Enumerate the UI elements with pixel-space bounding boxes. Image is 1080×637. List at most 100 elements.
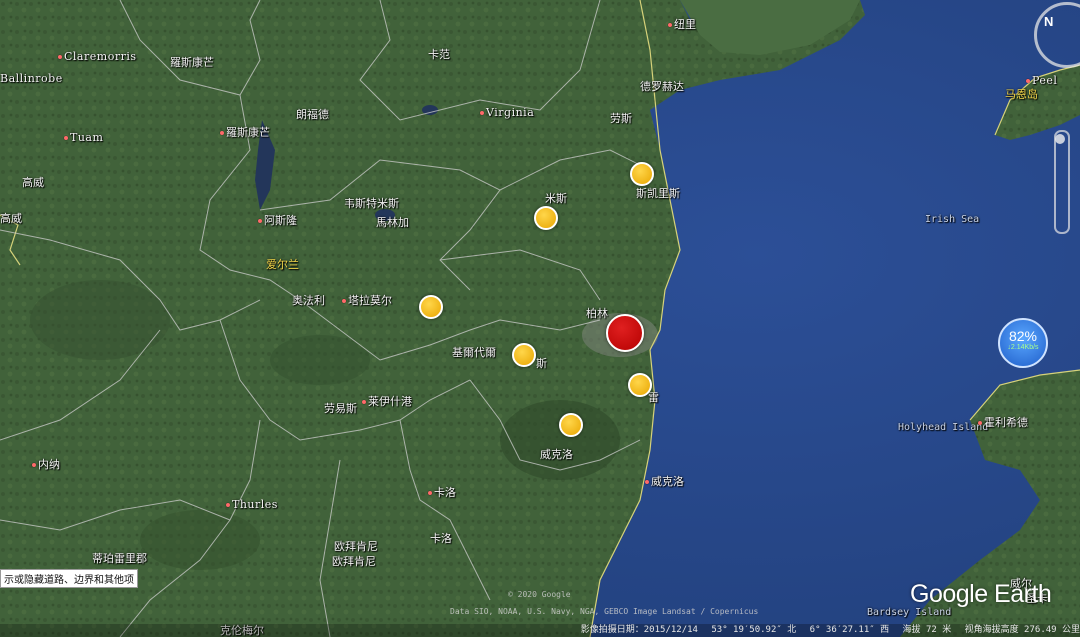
google-earth-logo: Google Earth — [910, 580, 1052, 608]
map-terrain — [0, 0, 1080, 637]
status-elevation: 海拔 72 米 — [902, 625, 952, 635]
place-label-ireland: 爱尔兰 — [266, 256, 299, 272]
place-name: 高威 — [0, 212, 22, 225]
place-dot-icon — [668, 23, 672, 27]
place-label-skerries: 斯凯里斯 — [636, 185, 680, 201]
place-name: 欧拜肯尼 — [332, 555, 376, 568]
place-dot-icon — [258, 219, 262, 223]
place-name: 蒂珀雷里郡 — [92, 552, 147, 565]
status-bar: 影像拍摄日期：2015/12/14 53° 19′50.92″ 北 6° 36′… — [0, 624, 1080, 637]
place-name: Peel — [1032, 74, 1058, 87]
zoom-slider-handle[interactable] — [1055, 134, 1065, 144]
place-name: Virginia — [486, 106, 535, 119]
place-label-holyhead-l: Holyhead Island — [898, 422, 988, 433]
compass-north-icon: N — [1044, 14, 1054, 29]
place-label-tuam: Tuam — [64, 131, 103, 144]
place-name: 斯凯里斯 — [636, 187, 680, 200]
place-label-offaly: 奥法利 — [292, 292, 325, 308]
place-label-laois: 劳斯 — [610, 110, 632, 126]
place-dot-icon — [32, 463, 36, 467]
place-name: 纽里 — [674, 18, 696, 31]
place-name: 高威 — [22, 176, 44, 189]
place-label-mullingar: 馬林加 — [376, 214, 409, 230]
place-name: 羅斯康芒 — [170, 56, 214, 69]
place-name: 爱尔兰 — [266, 258, 299, 271]
status-image-date: 影像拍摄日期：2015/12/14 — [580, 625, 698, 635]
place-name: Irish Sea — [925, 214, 980, 225]
network-speed-widget[interactable]: 82% ↓2.14Kb/s — [998, 318, 1048, 368]
place-label-irish-sea: Irish Sea — [925, 214, 979, 225]
place-dot-icon — [480, 111, 484, 115]
layers-tooltip: 示或隐藏道路、边界和其他项 — [0, 569, 138, 588]
place-dot-icon — [342, 299, 346, 303]
place-label-portlaoise: 莱伊什港 — [362, 393, 412, 409]
place-label-wicklow: 威克洛 — [540, 446, 573, 462]
place-dot-icon — [220, 131, 224, 135]
place-label-virginia: Virginia — [480, 106, 534, 119]
place-dot-icon — [64, 136, 68, 140]
place-label-kilkenny: 欧拜肯尼 — [334, 538, 378, 554]
place-label-dundalk: 纽里 — [668, 16, 696, 32]
place-label-carlow: 卡洛 — [428, 484, 456, 500]
place-label-isle-of-man: 马恩岛 — [1005, 86, 1038, 102]
place-name: 威克洛 — [540, 448, 573, 461]
place-label-castlerea-cn: 羅斯康芒 — [170, 54, 214, 70]
status-eye-altitude: 视角海拔高度 276.49 公里 — [964, 625, 1080, 635]
place-name: Ballinrobe — [0, 72, 63, 85]
place-label-naas: 斯 — [536, 355, 547, 371]
place-label-meath: 米斯 — [545, 190, 567, 206]
place-label-westmeath: 韦斯特米斯 — [344, 195, 399, 211]
status-latitude: 53° 19′50.92″ 北 — [711, 625, 797, 635]
place-name: 斯 — [536, 357, 547, 370]
place-name: Holyhead Island — [898, 422, 989, 433]
speed-percent: 82% — [1008, 328, 1038, 344]
copyright-google: © 2020 Google — [508, 590, 571, 599]
place-label-ballinrobe: Ballinrobe — [0, 72, 63, 85]
place-name: 德罗赫达 — [640, 80, 684, 93]
place-name: 韦斯特米斯 — [344, 197, 399, 210]
place-label-clarenmorris: Claremorris — [58, 50, 137, 63]
place-label-peel: Peel — [1026, 74, 1057, 87]
quake-marker-q2[interactable] — [534, 206, 558, 230]
quake-marker-q3[interactable] — [419, 295, 443, 319]
place-label-kildare: 基爾代爾 — [452, 344, 496, 360]
quake-marker-q5[interactable] — [628, 373, 652, 397]
place-name: 欧拜肯尼 — [334, 540, 378, 553]
place-name: 卡范 — [428, 48, 450, 61]
place-label-galway-c: 高威 — [22, 174, 44, 190]
place-label-galway: 高威 — [0, 210, 22, 226]
place-name: 劳易斯 — [324, 402, 357, 415]
place-name: 劳斯 — [610, 112, 632, 125]
status-longitude: 6° 36′27.11″ 西 — [809, 625, 890, 635]
place-dot-icon — [645, 480, 649, 484]
place-name: 莱伊什港 — [368, 395, 412, 408]
place-name: 霍利希德 — [984, 416, 1028, 429]
quake-marker-q1[interactable] — [630, 162, 654, 186]
copyright-data: Data SIO, NOAA, U.S. Navy, NGA, GEBCO Im… — [450, 607, 758, 616]
place-name: 塔拉莫尔 — [348, 294, 392, 307]
quake-marker-q6[interactable] — [559, 413, 583, 437]
place-label-longford: 朗福德 — [296, 106, 329, 122]
place-label-kilkenny2: 欧拜肯尼 — [332, 553, 376, 569]
place-label-wicklow-t: 威克洛 — [645, 473, 684, 489]
place-label-holyhead: 霍利希德 — [978, 414, 1028, 430]
place-label-athlone: 阿斯隆 — [258, 212, 297, 228]
epicenter-marker[interactable] — [606, 314, 644, 352]
place-name: Claremorris — [64, 50, 137, 63]
place-label-tipperary: 蒂珀雷里郡 — [92, 550, 147, 566]
place-label-thurles: Thurles — [226, 498, 278, 511]
place-name: 阿斯隆 — [264, 214, 297, 227]
place-dot-icon — [58, 55, 62, 59]
place-name: 马恩岛 — [1005, 88, 1038, 101]
zoom-slider[interactable] — [1054, 130, 1070, 234]
place-name: 内纳 — [38, 458, 60, 471]
place-name: 卡洛 — [430, 532, 452, 545]
place-name: 朗福德 — [296, 108, 329, 121]
place-dot-icon — [978, 421, 982, 425]
place-label-drogheda: 德罗赫达 — [640, 78, 684, 94]
place-label-tullamore: 塔拉莫尔 — [342, 292, 392, 308]
quake-marker-q4[interactable] — [512, 343, 536, 367]
place-name: 柏林 — [586, 307, 608, 320]
place-label-carlow2: 卡洛 — [430, 530, 452, 546]
map-view[interactable]: Claremorris Ballinrobe Tuam 羅斯康芒 羅斯康芒 朗福德 卡范 Vi… — [0, 0, 1080, 637]
